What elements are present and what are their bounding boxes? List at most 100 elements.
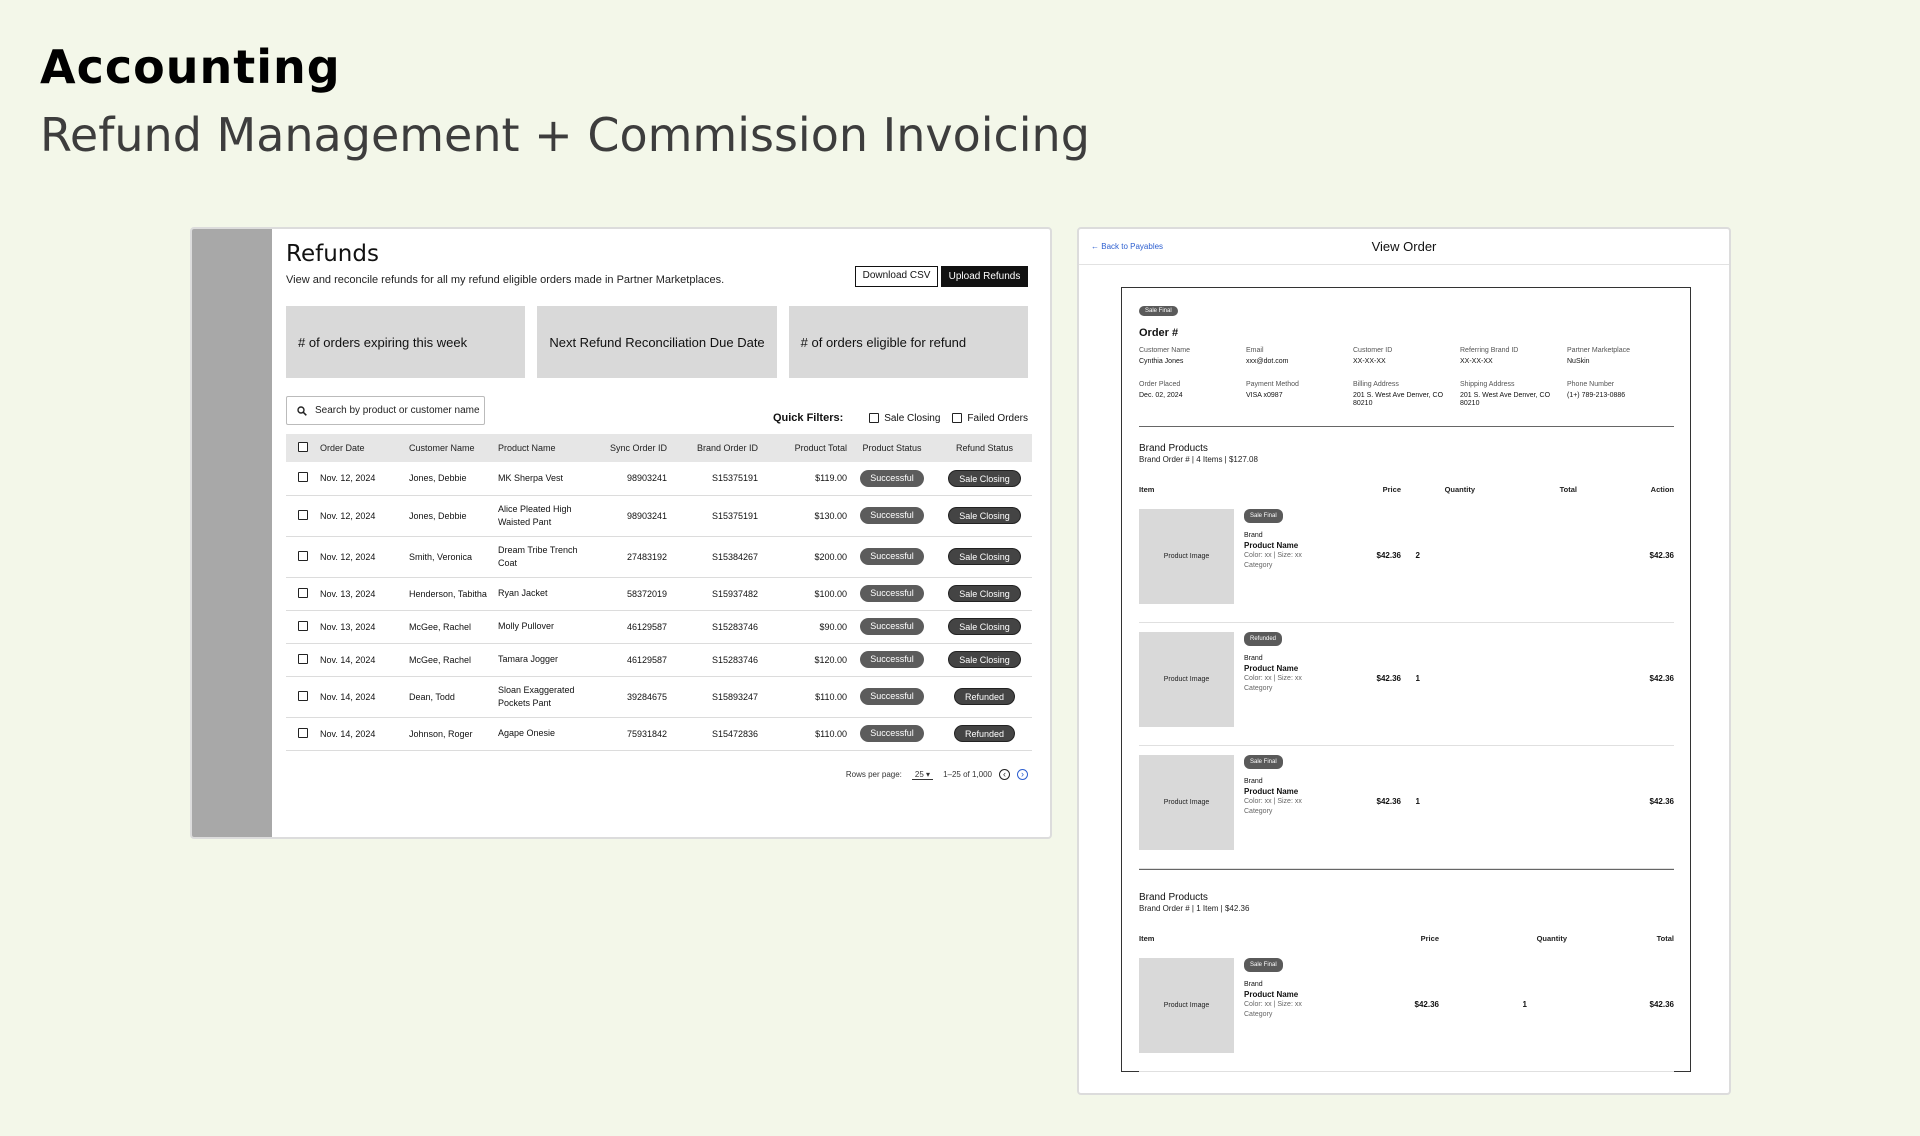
- row-checkbox[interactable]: [298, 472, 308, 483]
- col-product-total[interactable]: Product Total: [758, 434, 847, 462]
- brand-order-meta: Brand Order # | 4 Items | $127.08: [1139, 455, 1258, 464]
- row-checkbox[interactable]: [298, 587, 308, 598]
- customer-name-cell: Smith, Veronica: [409, 536, 498, 578]
- brand-order-id-cell: S15375191: [667, 462, 758, 496]
- refund-status-cell: Sale Closing: [937, 462, 1032, 496]
- col-customer-name[interactable]: Customer Name: [409, 434, 498, 462]
- info-value: VISA x0987: [1246, 392, 1283, 399]
- table-row[interactable]: Nov. 12, 2024 Jones, Debbie MK Sherpa Ve…: [286, 462, 1032, 496]
- sync-order-id-cell: 39284675: [590, 676, 667, 718]
- col-order-date[interactable]: Order Date: [320, 434, 409, 462]
- info-label: Customer ID: [1353, 347, 1393, 354]
- order-details: Sale Final Order # Customer Name Cynthia…: [1121, 287, 1691, 1072]
- row-checkbox[interactable]: [298, 727, 308, 738]
- rows-per-page-label: Rows per page:: [845, 770, 902, 779]
- filter-label: Sale Closing: [884, 412, 941, 424]
- product-row[interactable]: Product Image Sale Final Brand Product N…: [1139, 950, 1674, 1072]
- product-name-cell: Agape Onesie: [498, 717, 590, 751]
- order-date-cell: Nov. 13, 2024: [320, 610, 409, 644]
- prev-page-icon[interactable]: ‹: [999, 769, 1010, 780]
- page-title: Refunds: [286, 241, 379, 267]
- row-select-cell: [286, 643, 320, 677]
- info-field: Order Placed Dec. 02, 2024: [1139, 381, 1246, 408]
- row-checkbox[interactable]: [298, 620, 308, 631]
- col-sync-order-id[interactable]: Sync Order ID: [590, 434, 667, 462]
- product-price: $42.36: [1376, 674, 1401, 683]
- table-row[interactable]: Nov. 14, 2024 Dean, Todd Sloan Exaggerat…: [286, 676, 1032, 718]
- order-date-cell: Nov. 12, 2024: [320, 495, 409, 537]
- page-range: 1–25 of 1,000: [943, 770, 992, 779]
- col-total: Total: [1656, 934, 1674, 943]
- product-category: Category: [1244, 562, 1273, 569]
- refund-status-badge: Sale Closing: [948, 469, 1021, 487]
- next-page-icon[interactable]: ›: [1017, 769, 1028, 780]
- row-checkbox[interactable]: [298, 550, 308, 561]
- product-image: Product Image: [1139, 632, 1234, 727]
- download-csv-button[interactable]: Download CSV: [855, 266, 938, 287]
- upload-refunds-button[interactable]: Upload Refunds: [941, 266, 1028, 287]
- col-refund-status[interactable]: Refund Status: [937, 434, 1032, 462]
- table-row[interactable]: Nov. 13, 2024 McGee, Rachel Molly Pullov…: [286, 610, 1032, 644]
- product-name-cell: Ryan Jacket: [498, 577, 590, 611]
- table-row[interactable]: Nov. 14, 2024 McGee, Rachel Tamara Jogge…: [286, 643, 1032, 677]
- product-row[interactable]: Product Image Refunded Brand Product Nam…: [1139, 624, 1674, 746]
- info-value: Dec. 02, 2024: [1139, 392, 1183, 399]
- col-brand-order-id[interactable]: Brand Order ID: [667, 434, 758, 462]
- product-row[interactable]: Product Image Sale Final Brand Product N…: [1139, 501, 1674, 623]
- col-product-status[interactable]: Product Status: [847, 434, 937, 462]
- row-checkbox[interactable]: [298, 509, 308, 520]
- search-icon: [297, 405, 307, 416]
- order-info-row-1: Customer Name Cynthia Jones Email xxx@dot…: [1139, 347, 1674, 366]
- brand-order-id-cell: S15384267: [667, 536, 758, 578]
- row-checkbox[interactable]: [298, 690, 308, 701]
- product-attributes: Color: xx | Size: xx: [1244, 675, 1302, 682]
- row-checkbox[interactable]: [298, 653, 308, 664]
- product-status-badge: Successful: [860, 618, 924, 635]
- product-attributes: Color: xx | Size: xx: [1244, 798, 1302, 805]
- product-category: Category: [1244, 808, 1273, 815]
- card-orders-expiring: # of orders expiring this week: [286, 306, 526, 378]
- product-row[interactable]: Product Image Sale Final Brand Product N…: [1139, 747, 1674, 869]
- brand-order-id-cell: S15893247: [667, 676, 758, 718]
- rows-per-page-select[interactable]: 25 ▾: [911, 769, 934, 780]
- refund-status-cell: Refunded: [937, 717, 1032, 751]
- filter-failed-orders[interactable]: Failed Orders: [952, 413, 1028, 424]
- table-row[interactable]: Nov. 12, 2024 Smith, Veronica Dream Trib…: [286, 536, 1032, 578]
- product-status-badge: Refunded: [1244, 632, 1283, 646]
- refunds-content: Refunds View and reconcile refunds for a…: [286, 229, 1032, 837]
- product-total-cell: $119.00: [758, 462, 847, 496]
- refund-status-cell: Sale Closing: [937, 495, 1032, 537]
- filter-sale-closing[interactable]: Sale Closing: [869, 413, 940, 424]
- info-label: Billing Address: [1353, 381, 1399, 388]
- product-attributes: Color: xx | Size: xx: [1244, 552, 1302, 559]
- product-category: Category: [1244, 685, 1273, 692]
- sync-order-id-cell: 46129587: [590, 643, 667, 677]
- table-row[interactable]: Nov. 12, 2024 Jones, Debbie Alice Pleate…: [286, 495, 1032, 537]
- checkbox[interactable]: [869, 413, 880, 423]
- info-label: Partner Marketplace: [1567, 347, 1631, 354]
- product-status-badge: Successful: [860, 507, 924, 524]
- product-status-badge: Successful: [860, 585, 924, 602]
- refund-status-badge: Sale Closing: [948, 651, 1021, 668]
- search-input[interactable]: Search by product or customer name: [286, 396, 485, 425]
- info-value: XX-XX-XX: [1353, 358, 1386, 365]
- col-product-name[interactable]: Product Name: [498, 434, 590, 462]
- product-quantity: 1: [1522, 1000, 1527, 1009]
- info-field: Phone Number (1+) 789-213-0886: [1567, 381, 1674, 408]
- sync-order-id-cell: 27483192: [590, 536, 667, 578]
- rows-per-page-value: 25: [914, 769, 924, 779]
- product-name-cell: Sloan Exaggerated Pockets Pant: [498, 676, 590, 718]
- customer-name-cell: Henderson, Tabitha: [409, 577, 498, 611]
- info-value: Cynthia Jones: [1139, 358, 1184, 365]
- select-all-checkbox[interactable]: [298, 442, 308, 452]
- product-status-cell: Successful: [847, 610, 937, 644]
- product-quantity: 1: [1415, 674, 1420, 683]
- row-select-cell: [286, 577, 320, 611]
- brand-order-id-cell: S15472836: [667, 717, 758, 751]
- checkbox[interactable]: [952, 413, 963, 423]
- table-row[interactable]: Nov. 14, 2024 Johnson, Roger Agape Onesi…: [286, 717, 1032, 751]
- table-row[interactable]: Nov. 13, 2024 Henderson, Tabitha Ryan Ja…: [286, 577, 1032, 611]
- col-total: Total: [1559, 485, 1577, 494]
- customer-name-cell: Jones, Debbie: [409, 495, 498, 537]
- product-name: Product Name: [1244, 787, 1299, 796]
